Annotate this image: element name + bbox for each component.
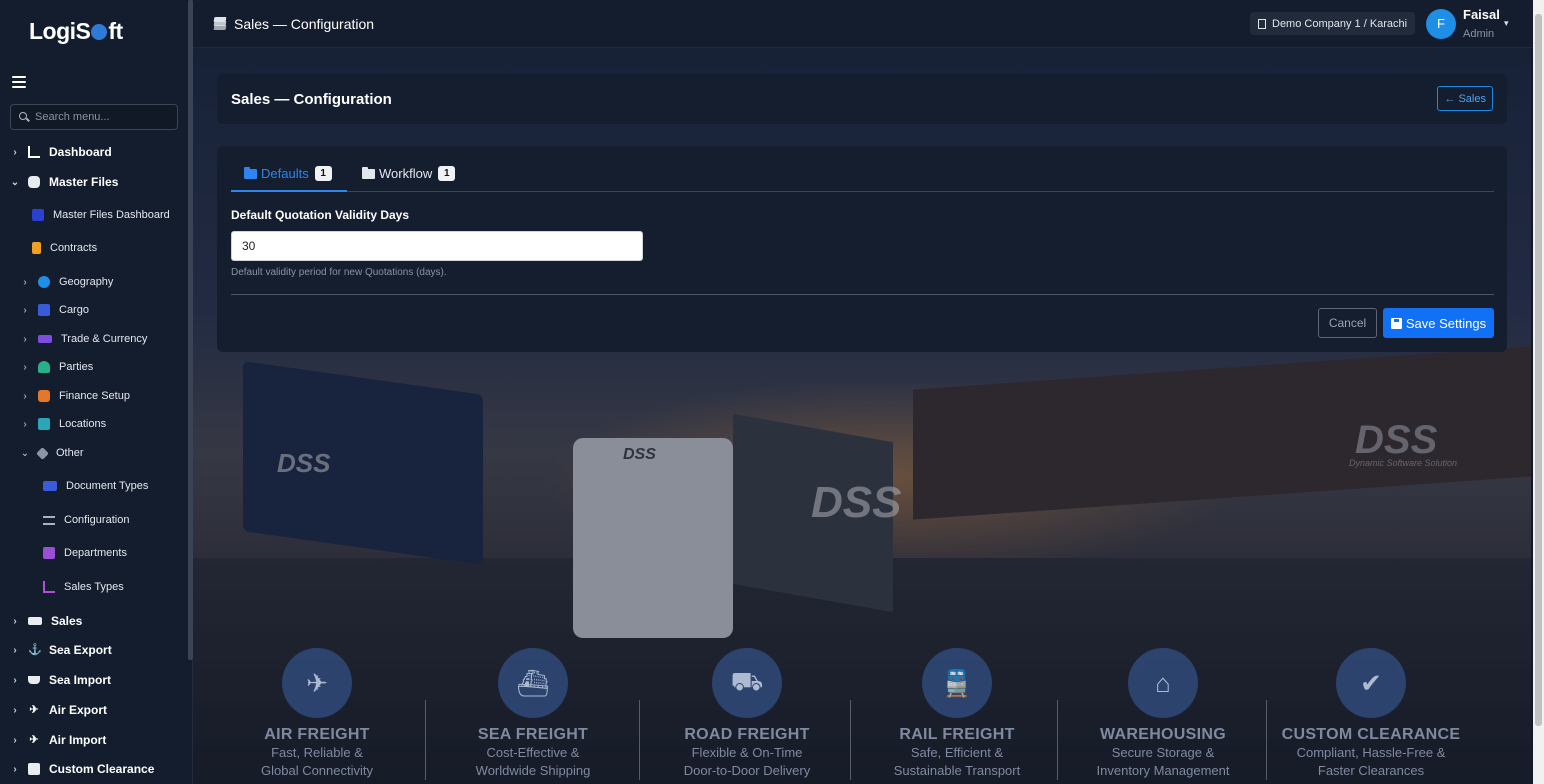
company-selector[interactable]: Demo Company 1 / Karachi bbox=[1250, 12, 1416, 35]
arrow-left-icon: ← bbox=[1444, 92, 1456, 105]
sidebar-item-configuration[interactable]: Configuration bbox=[43, 514, 129, 526]
page-scrollbar[interactable] bbox=[1533, 0, 1544, 784]
handshake-icon bbox=[28, 617, 42, 625]
users-icon bbox=[38, 361, 50, 373]
sidebar-item-contracts[interactable]: Contracts bbox=[32, 242, 97, 254]
tab-defaults[interactable]: Defaults 1 bbox=[244, 166, 332, 181]
sidebar-item-dashboard[interactable]: › Dashboard bbox=[10, 145, 111, 159]
sidebar-item-air-import[interactable]: › ✈ Air Import bbox=[10, 733, 106, 747]
save-settings-button[interactable]: Save Settings bbox=[1383, 308, 1494, 338]
tags-icon bbox=[36, 446, 49, 460]
id-card-icon bbox=[43, 481, 57, 491]
sidebar-item-sea-import[interactable]: › Sea Import bbox=[10, 673, 111, 687]
sidebar-item-air-export[interactable]: › ✈ Air Export bbox=[10, 703, 107, 717]
plane-icon: ✈ bbox=[29, 704, 39, 716]
user-role: Admin bbox=[1463, 28, 1495, 40]
truck-icon: ⛟ bbox=[712, 648, 782, 718]
top-bar: Sales — Configuration Demo Company 1 / K… bbox=[193, 0, 1544, 48]
building-icon bbox=[1258, 18, 1266, 29]
chart-line-icon bbox=[28, 146, 40, 158]
coins-icon bbox=[38, 390, 50, 402]
sidebar-item-custom-clearance[interactable]: › Custom Clearance bbox=[10, 762, 154, 776]
folder-icon bbox=[362, 166, 375, 179]
back-to-sales-button[interactable]: ← Sales bbox=[1437, 86, 1493, 111]
box-icon bbox=[38, 304, 50, 316]
train-icon: 🚆 bbox=[922, 648, 992, 718]
service-custom-clearance: ✔ CUSTOM CLEARANCE Compliant, Hassle-Fre… bbox=[1271, 648, 1471, 780]
page-header-card: Sales — Configuration ← Sales bbox=[217, 74, 1507, 124]
plane-icon: ✈ bbox=[282, 648, 352, 718]
folder-icon bbox=[244, 166, 257, 179]
service-air-freight: ✈ AIR FREIGHT Fast, Reliable & Global Co… bbox=[217, 648, 417, 780]
sidebar-item-master-files-dashboard[interactable]: Master Files Dashboard bbox=[32, 209, 170, 221]
settings-tabs: Defaults 1 Workflow 1 bbox=[231, 158, 1494, 192]
sidebar: LogiSft › Dashboard ⌄ Master Files Maste… bbox=[0, 0, 193, 784]
app-logo[interactable]: LogiS ft bbox=[29, 18, 123, 45]
service-warehousing: ⌂ WAREHOUSING Secure Storage & Inventory… bbox=[1063, 648, 1263, 780]
settings-card: Defaults 1 Workflow 1 Default Quotation … bbox=[217, 146, 1507, 352]
sidebar-item-other[interactable]: ⌄ Other bbox=[20, 446, 84, 460]
cancel-button[interactable]: Cancel bbox=[1318, 308, 1377, 338]
sidebar-item-parties[interactable]: › Parties bbox=[20, 361, 93, 373]
chart-icon bbox=[43, 581, 55, 593]
sidebar-item-master-files[interactable]: ⌄ Master Files bbox=[10, 175, 119, 189]
tab-workflow[interactable]: Workflow 1 bbox=[362, 166, 456, 181]
sidebar-item-finance-setup[interactable]: › Finance Setup bbox=[20, 390, 130, 402]
page-title: Sales — Configuration bbox=[213, 16, 374, 32]
customs-icon bbox=[28, 763, 40, 775]
warehouse-icon bbox=[38, 418, 50, 430]
file-icon bbox=[32, 242, 41, 254]
avatar[interactable]: F bbox=[1426, 9, 1456, 39]
sidebar-item-cargo[interactable]: › Cargo bbox=[20, 304, 89, 316]
active-tab-indicator bbox=[231, 190, 347, 192]
search-icon bbox=[19, 112, 29, 122]
divider bbox=[231, 294, 1494, 295]
quotation-validity-input[interactable] bbox=[231, 231, 643, 261]
ship-icon: ⛴ bbox=[498, 648, 568, 718]
service-sea-freight: ⛴ SEA FREIGHT Cost-Effective & Worldwide… bbox=[433, 648, 633, 780]
tab-badge: 1 bbox=[438, 166, 456, 181]
service-road-freight: ⛟ ROAD FREIGHT Flexible & On-Time Door-t… bbox=[647, 648, 847, 780]
anchor-icon: ⚓ bbox=[28, 644, 42, 656]
sidebar-item-sales[interactable]: › Sales bbox=[10, 614, 82, 628]
plane-arrival-icon: ✈ bbox=[29, 734, 39, 746]
sidebar-search-input[interactable] bbox=[35, 111, 165, 123]
user-menu-caret-icon[interactable]: ▾ bbox=[1504, 18, 1509, 29]
quotation-validity-label: Default Quotation Validity Days bbox=[231, 208, 410, 222]
sidebar-item-locations[interactable]: › Locations bbox=[20, 418, 106, 430]
sidebar-item-sea-export[interactable]: › ⚓ Sea Export bbox=[10, 643, 111, 657]
sidebar-item-sales-types[interactable]: Sales Types bbox=[43, 581, 124, 593]
sidebar-item-trade-currency[interactable]: › Trade & Currency bbox=[20, 333, 147, 345]
sidebar-search[interactable] bbox=[10, 104, 178, 130]
clipboard-check-icon: ✔ bbox=[1336, 648, 1406, 718]
globe-icon bbox=[38, 276, 50, 288]
ship-icon bbox=[28, 676, 40, 684]
warehouse-icon: ⌂ bbox=[1128, 648, 1198, 718]
handshake-icon bbox=[38, 335, 52, 343]
sidebar-item-document-types[interactable]: Document Types bbox=[43, 480, 148, 492]
sitemap-icon bbox=[43, 547, 55, 559]
user-name[interactable]: Faisal bbox=[1463, 7, 1500, 22]
card-title: Sales — Configuration bbox=[231, 91, 392, 108]
save-icon bbox=[1390, 317, 1402, 329]
quotation-validity-help: Default validity period for new Quotatio… bbox=[231, 267, 447, 278]
menu-toggle-icon[interactable] bbox=[12, 76, 26, 90]
layers-icon bbox=[213, 17, 227, 31]
sidebar-item-geography[interactable]: › Geography bbox=[20, 276, 113, 288]
tab-badge: 1 bbox=[314, 166, 332, 181]
database-icon bbox=[28, 176, 40, 188]
service-rail-freight: 🚆 RAIL FREIGHT Safe, Efficient & Sustain… bbox=[857, 648, 1057, 780]
sliders-icon bbox=[43, 515, 55, 525]
dashboard-icon bbox=[32, 209, 44, 221]
sidebar-item-departments[interactable]: Departments bbox=[43, 547, 127, 559]
